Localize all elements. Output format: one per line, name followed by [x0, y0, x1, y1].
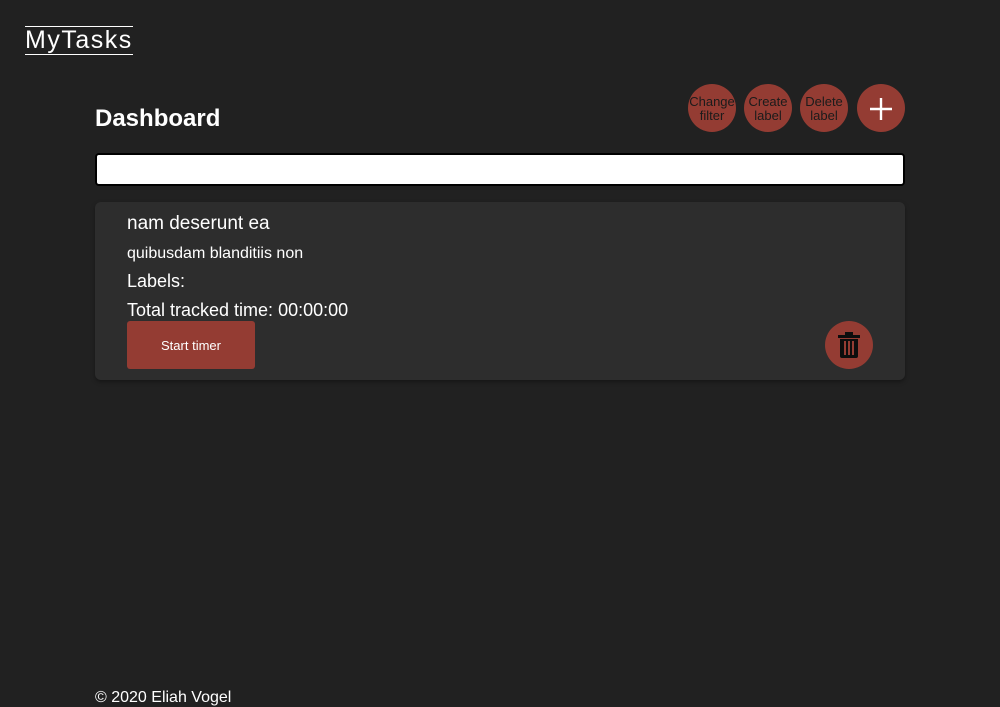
- trash-icon: [838, 332, 860, 358]
- page-title: Dashboard: [95, 105, 221, 132]
- start-timer-label: Start timer: [161, 337, 221, 353]
- plus-icon: [870, 98, 892, 120]
- search-input[interactable]: [95, 153, 905, 186]
- add-task-button[interactable]: [857, 84, 905, 132]
- create-label-label: Create label: [748, 94, 788, 123]
- dashboard-actions: Change filter Create label Delete label: [688, 84, 905, 132]
- start-timer-button[interactable]: Start timer: [127, 321, 255, 369]
- app-logo-link[interactable]: MyTasks: [25, 26, 133, 55]
- change-filter-label: Change filter: [689, 94, 735, 123]
- task-description: quibusdam blanditiis non: [127, 245, 304, 262]
- task-tracked-time: Total tracked time: 00:00:00: [127, 300, 348, 320]
- task-labels-caption: Labels:: [127, 271, 186, 291]
- delete-label-label: Delete label: [805, 94, 843, 123]
- task-title: nam deserunt ea: [127, 213, 270, 234]
- tracked-time-caption: Total tracked time:: [127, 300, 274, 320]
- delete-label-button[interactable]: Delete label: [800, 84, 848, 132]
- tracked-time-value: 00:00:00: [278, 300, 349, 320]
- create-label-button[interactable]: Create label: [744, 84, 792, 132]
- change-filter-button[interactable]: Change filter: [688, 84, 736, 132]
- delete-task-button[interactable]: [825, 321, 873, 369]
- task-card: nam deserunt ea quibusdam blanditiis non…: [95, 202, 905, 380]
- footer-copyright: © 2020 Eliah Vogel: [95, 689, 232, 706]
